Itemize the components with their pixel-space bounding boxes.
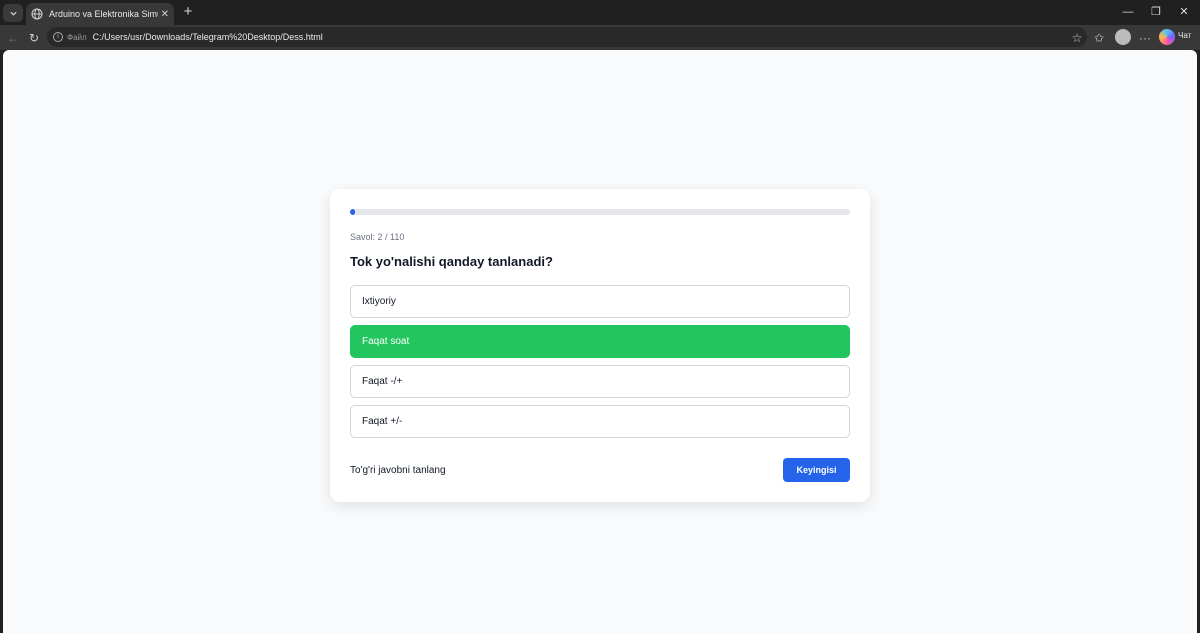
avatar[interactable] <box>1115 29 1131 45</box>
next-button[interactable]: Keyingisi <box>783 458 850 482</box>
more-options-icon[interactable]: ··· <box>1137 30 1153 46</box>
answer-option[interactable]: Ixtiyoriy <box>350 285 850 318</box>
browser-toolbar: ← ↻ i Файл C:/Users/usr/Downloads/Telegr… <box>0 25 1200 50</box>
answer-option[interactable]: Faqat -/+ <box>350 365 850 398</box>
file-scheme-label: Файл <box>67 32 87 42</box>
restore-icon[interactable]: ❐ <box>1147 4 1165 20</box>
star-icon[interactable]: ☆ <box>1069 30 1085 46</box>
progress-fill <box>350 209 355 215</box>
new-tab-icon[interactable]: + <box>180 4 196 20</box>
chat-label[interactable]: Чат <box>1178 31 1191 40</box>
question-counter: Savol: 2 / 110 <box>350 232 405 242</box>
page-viewport: Savol: 2 / 110 Tok yo'nalishi qanday tan… <box>3 50 1197 633</box>
copilot-icon[interactable] <box>1159 29 1175 45</box>
info-icon[interactable]: i <box>53 32 63 42</box>
hint-text: To'g'ri javobni tanlang <box>350 465 446 476</box>
tab-active[interactable]: Arduino va Elektronika Simulyatori ✕ <box>26 3 174 25</box>
tab-title: Arduino va Elektronika Simulyatori <box>49 9 158 19</box>
quiz-card: Savol: 2 / 110 Tok yo'nalishi qanday tan… <box>330 189 870 502</box>
answer-option[interactable]: Faqat +/- <box>350 405 850 438</box>
chevron-down-icon <box>9 11 17 16</box>
address-bar[interactable]: i Файл C:/Users/usr/Downloads/Telegram%2… <box>47 27 1087 47</box>
url-text[interactable]: C:/Users/usr/Downloads/Telegram%20Deskto… <box>93 32 323 42</box>
tab-strip: Arduino va Elektronika Simulyatori ✕ + —… <box>0 0 1200 25</box>
close-window-icon[interactable]: ✕ <box>1175 4 1193 20</box>
answer-option-correct[interactable]: Faqat soat <box>350 325 850 358</box>
minimize-icon[interactable]: — <box>1119 4 1137 20</box>
favorites-icon[interactable]: ✩ <box>1091 30 1107 46</box>
close-tab-icon[interactable]: ✕ <box>161 9 169 20</box>
question-text: Tok yo'nalishi qanday tanlanadi? <box>350 254 553 269</box>
progress-bar <box>350 209 850 215</box>
tab-list-button[interactable] <box>3 4 23 22</box>
globe-icon <box>31 8 43 20</box>
back-icon[interactable]: ← <box>5 30 21 46</box>
answer-options: Ixtiyoriy Faqat soat Faqat -/+ Faqat +/- <box>350 285 850 445</box>
refresh-icon[interactable]: ↻ <box>26 30 42 46</box>
